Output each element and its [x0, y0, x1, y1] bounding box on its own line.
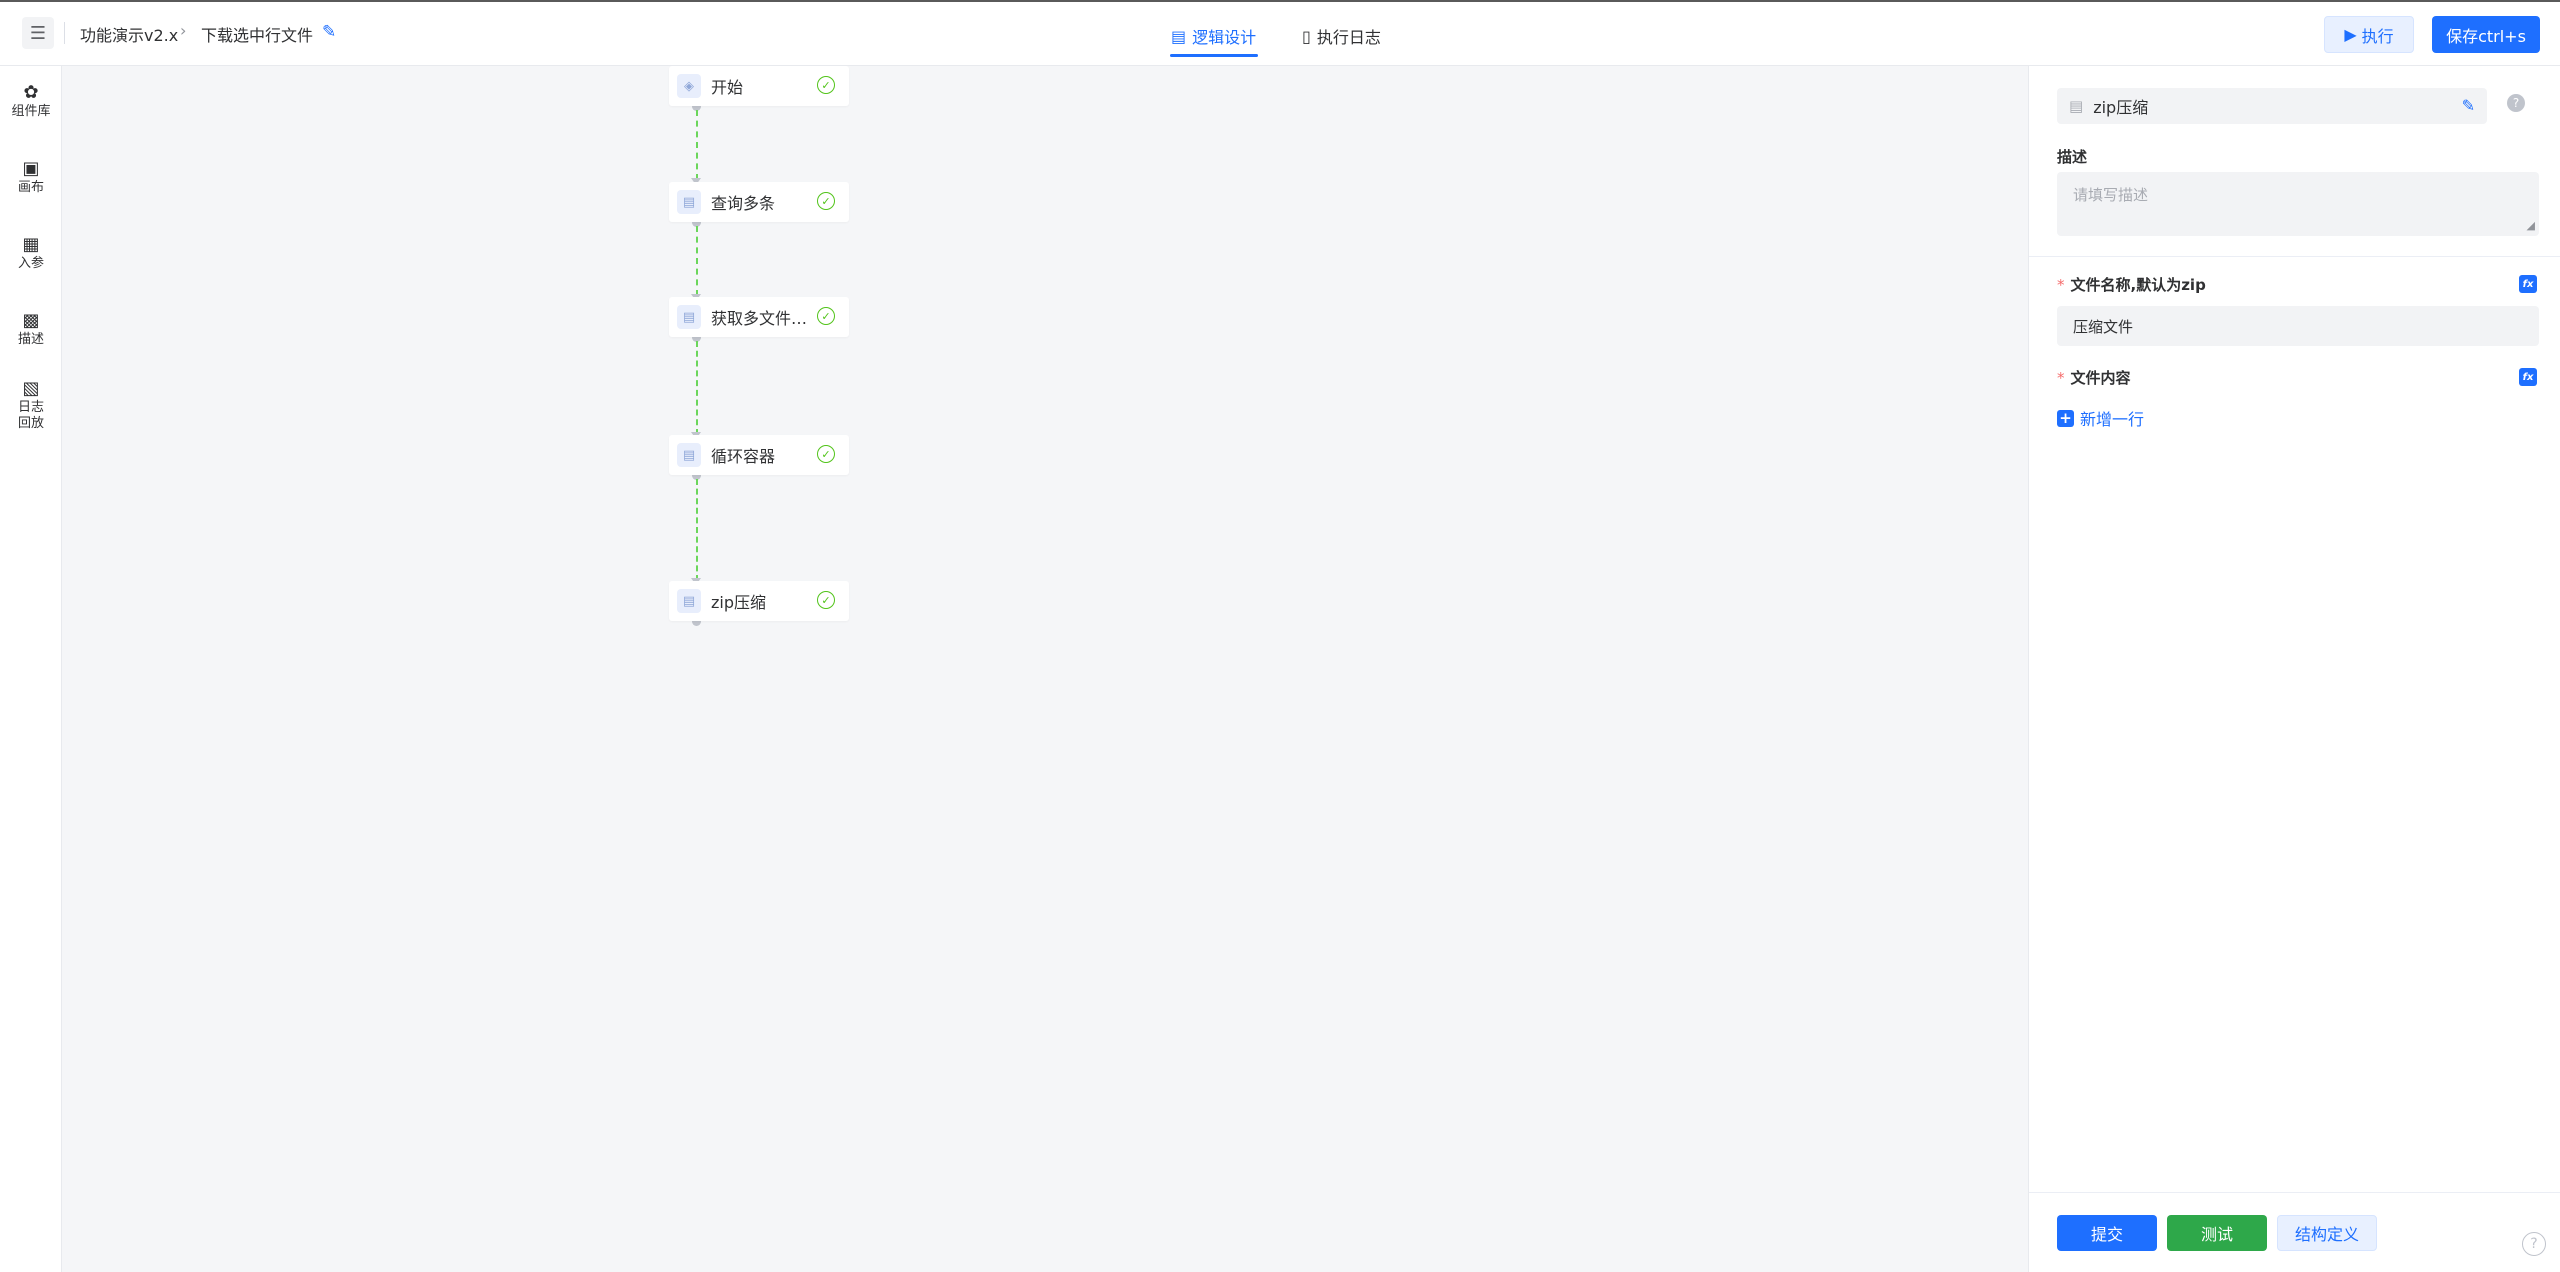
document-icon: ▤ [1171, 26, 1187, 46]
edit-icon[interactable]: ✎ [2462, 96, 2475, 115]
help-icon[interactable]: ? [2507, 94, 2525, 112]
fx-icon[interactable]: fx [2519, 275, 2537, 293]
connector-line [696, 341, 698, 435]
node-label: zip压缩 [711, 593, 767, 612]
description-label: 描述 [2057, 148, 2088, 166]
test-button[interactable]: 测试 [2167, 1215, 2267, 1251]
execute-button[interactable]: ▶ 执行 [2324, 16, 2414, 53]
file-icon: ▯ [1302, 26, 1311, 46]
document-icon: ▤ [2069, 97, 2084, 115]
play-circle-icon: ▶ [2344, 25, 2357, 44]
check-circle-icon: ✓ [817, 307, 835, 325]
sidebar-item-log-replay[interactable]: ▧ 日志 回放 [0, 378, 62, 432]
tab-label: 逻辑设计 [1192, 28, 1257, 47]
node-name-field[interactable]: ▤ zip压缩 ✎ [2057, 88, 2487, 124]
sidebar-item-label: 画布 [17, 180, 44, 195]
flow-node-start[interactable]: ◈ 开始 ✓ [669, 66, 849, 106]
add-row-button[interactable]: + 新增一行 [2057, 406, 2144, 430]
properties-panel: ▤ zip压缩 ✎ ? 描述 请填写描述 ◢ * 文件名称,默认为zip fx 压… [2028, 66, 2560, 1272]
layers-icon: ◈ [677, 74, 701, 98]
left-sidebar: ✿ 组件库 ▣ 画布 ▦ 入参 ▩ 描述 ▧ 日志 回放 [0, 66, 62, 1272]
puzzle-icon: ✿ [23, 82, 39, 103]
node-label: 获取多文件地址 [711, 309, 819, 328]
tab-execution-log[interactable]: ▯ 执行日志 [1302, 24, 1381, 48]
sidebar-item-label: 描述 [17, 332, 44, 347]
node-doc-icon: ▤ [677, 589, 701, 613]
save-button[interactable]: 保存ctrl+s [2432, 16, 2540, 53]
field-label-file-name: * 文件名称,默认为zip [2057, 274, 2206, 295]
divider [2029, 256, 2560, 257]
node-doc-icon: ▤ [677, 190, 701, 214]
help-icon[interactable]: ? [2522, 1232, 2546, 1256]
tab-label: 执行日志 [1316, 28, 1381, 47]
node-label: 开始 [711, 78, 744, 97]
sidebar-item-label: 日志 回放 [17, 400, 44, 431]
required-mark: * [2057, 276, 2065, 294]
description-placeholder: 请填写描述 [2073, 186, 2149, 204]
file-name-input[interactable]: 压缩文件 [2057, 306, 2539, 346]
check-circle-icon: ✓ [817, 445, 835, 463]
flow-node-loop-container[interactable]: ▤ 循环容器 ✓ [669, 435, 849, 475]
required-mark: * [2057, 369, 2065, 387]
sidebar-item-label: 入参 [17, 256, 44, 271]
list-icon: ☰ [29, 22, 47, 44]
divider [2029, 1192, 2560, 1193]
connector-line [696, 110, 698, 180]
menu-toggle-button[interactable]: ☰ [22, 17, 54, 49]
sidebar-item-input-params[interactable]: ▦ 入参 [0, 234, 62, 272]
top-bar: ☰ 功能演示v2.x › 下载选中行文件 ✎ ▤ 逻辑设计 ▯ 执行日志 ▶ 执… [0, 0, 2560, 66]
node-name: zip压缩 [2093, 98, 2149, 117]
sidebar-item-canvas[interactable]: ▣ 画布 [0, 158, 62, 196]
tab-logic-design[interactable]: ▤ 逻辑设计 [1171, 24, 1256, 48]
active-tab-indicator [1170, 54, 1258, 57]
edit-title-icon[interactable]: ✎ [322, 22, 336, 42]
breadcrumb-app[interactable]: 功能演示v2.x [80, 22, 178, 46]
sidebar-item-description[interactable]: ▩ 描述 [0, 310, 62, 348]
canvas-icon: ▣ [22, 158, 40, 179]
description-icon: ▩ [22, 310, 40, 331]
flow-node-query-many[interactable]: ▤ 查询多条 ✓ [669, 182, 849, 222]
connector-line [696, 479, 698, 581]
check-circle-icon: ✓ [817, 76, 835, 94]
plus-icon: + [2057, 409, 2074, 427]
resize-handle-icon[interactable]: ◢ [2527, 219, 2535, 232]
execute-label: 执行 [2361, 26, 2394, 46]
check-circle-icon: ✓ [817, 192, 835, 210]
flow-node-zip[interactable]: ▤ zip压缩 ✓ [669, 581, 849, 621]
sidebar-item-label: 组件库 [11, 104, 51, 119]
input-params-icon: ▦ [22, 234, 40, 255]
sidebar-item-components[interactable]: ✿ 组件库 [0, 82, 62, 120]
node-doc-icon: ▤ [677, 305, 701, 329]
structure-definition-button[interactable]: 结构定义 [2277, 1215, 2377, 1251]
breadcrumb-flow: 下载选中行文件 [201, 26, 314, 45]
check-circle-icon: ✓ [817, 591, 835, 609]
log-replay-icon: ▧ [22, 378, 40, 399]
field-label-text: 文件名称,默认为zip [2070, 276, 2206, 294]
node-label: 查询多条 [711, 194, 776, 213]
flow-canvas[interactable]: ◈ 开始 ✓ ▤ 查询多条 ✓ ▤ 获取多文件地址 ✓ ▤ 循环容器 ✓ ▤ z… [62, 66, 2028, 1272]
fx-icon[interactable]: fx [2519, 368, 2537, 386]
description-textarea[interactable]: 请填写描述 ◢ [2057, 172, 2539, 236]
connector-line [696, 226, 698, 296]
add-row-label: 新增一行 [2080, 410, 2145, 429]
divider [64, 22, 65, 44]
submit-button[interactable]: 提交 [2057, 1215, 2157, 1251]
node-label: 循环容器 [711, 447, 776, 466]
node-doc-icon: ▤ [677, 443, 701, 467]
chevron-right-icon: › [180, 21, 187, 40]
field-label-text: 文件内容 [2070, 369, 2131, 387]
field-label-file-content: * 文件内容 [2057, 367, 2131, 388]
flow-node-get-file-urls[interactable]: ▤ 获取多文件地址 ✓ [669, 297, 849, 337]
